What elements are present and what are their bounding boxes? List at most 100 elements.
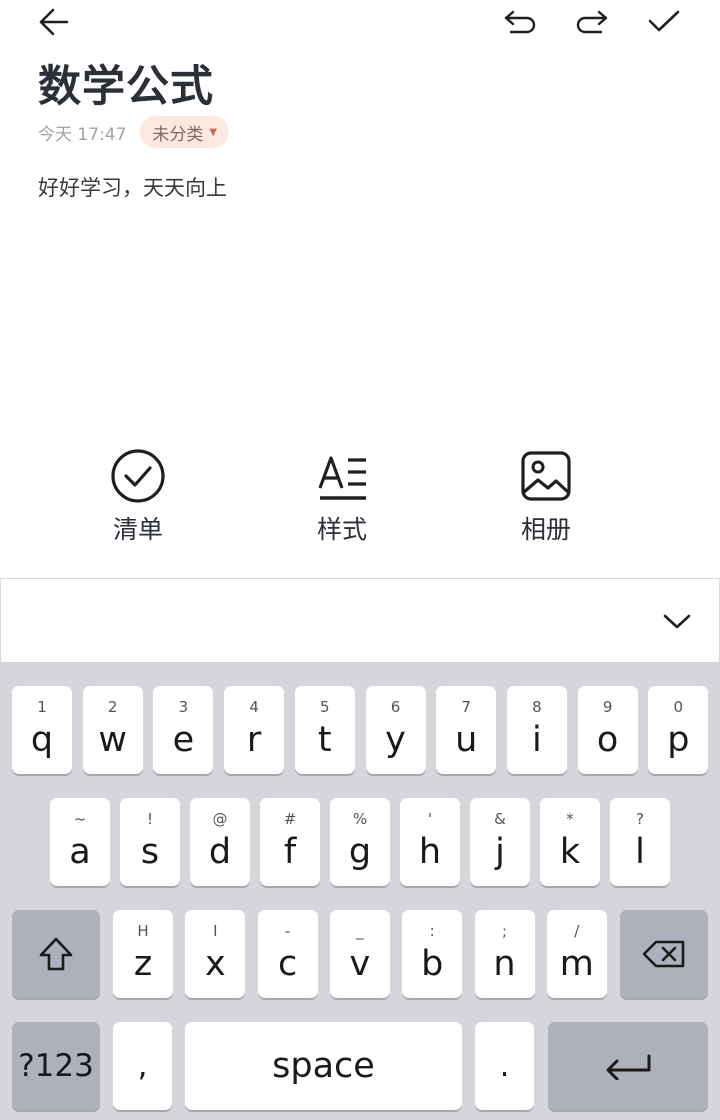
key-k[interactable]: * k	[540, 798, 600, 886]
album-button[interactable]: 相册	[491, 448, 601, 546]
key-y[interactable]: 6y	[365, 686, 426, 774]
key-primary-label: p	[667, 720, 690, 760]
note-body[interactable]: 好好学习，天天向上	[38, 172, 227, 202]
numbers-key[interactable]: ?123	[12, 1022, 100, 1110]
key-secondary-label: #	[283, 810, 297, 828]
image-icon	[521, 451, 571, 501]
note-timestamp: 今天 17:47	[38, 124, 127, 145]
key-w[interactable]: 2w	[82, 686, 143, 774]
key-secondary-label: 2	[107, 698, 118, 716]
key-x[interactable]: Ix	[185, 910, 246, 998]
key-primary-label: e	[172, 720, 195, 760]
back-button[interactable]	[30, 0, 78, 44]
key-primary-label: f	[283, 832, 297, 872]
undo-icon	[504, 10, 536, 34]
shift-icon	[39, 937, 73, 971]
key-primary-label: n	[493, 944, 516, 984]
key-i[interactable]: 8i	[506, 686, 567, 774]
key-primary-label: s	[140, 832, 160, 872]
key-secondary-label: 4	[249, 698, 259, 716]
key-primary-label: g	[348, 832, 372, 872]
redo-icon	[576, 10, 608, 34]
key-c[interactable]: -c	[257, 910, 318, 998]
key-primary-label: u	[455, 720, 478, 760]
key-secondary-label: ?	[636, 810, 644, 828]
key-primary-label: r	[246, 720, 262, 760]
key-n[interactable]: ; n	[474, 910, 535, 998]
text-style-button[interactable]: 样式	[287, 448, 397, 546]
key-o[interactable]: 9o	[577, 686, 638, 774]
key-secondary-label: 9	[602, 698, 613, 716]
shift-key[interactable]	[12, 910, 100, 998]
arrow-left-icon	[39, 8, 69, 36]
keyboard: 1q2w3e4r5t6y7u8i9o0p ~ a! s @ d # f% g ' h & j * k? l …	[0, 662, 720, 1120]
key-f[interactable]: # f	[260, 798, 320, 886]
caret-down-icon: ▼	[209, 126, 218, 138]
note-title[interactable]: 数学公式	[38, 52, 214, 114]
key-secondary-label: ~	[73, 810, 87, 828]
key-secondary-label: &	[494, 810, 506, 828]
key-d[interactable]: @ d	[190, 798, 250, 886]
comma-key-label: ,	[137, 1048, 148, 1084]
key-secondary-label: %	[352, 810, 368, 828]
format-toolbar: 清单 样式 相册	[0, 448, 720, 558]
enter-icon	[606, 1054, 651, 1080]
key-u[interactable]: 7u	[436, 686, 497, 774]
key-secondary-label: *	[566, 810, 574, 828]
key-secondary-label: '	[427, 810, 433, 828]
key-z[interactable]: Hz	[113, 910, 173, 998]
key-s[interactable]: ! s	[120, 798, 180, 886]
top-bar	[0, 0, 720, 48]
key-secondary-label: 6	[390, 698, 401, 716]
key-secondary-label: !	[146, 810, 153, 828]
key-primary-label: m	[559, 944, 594, 984]
note-meta: 今天 17:47 未分类 ▼	[38, 116, 230, 148]
key-q[interactable]: 1q	[12, 686, 72, 774]
enter-key[interactable]	[548, 1022, 708, 1110]
chevron-down-icon	[663, 614, 691, 629]
key-j[interactable]: & j	[470, 798, 530, 886]
key-primary-label: h	[418, 832, 442, 872]
undo-button[interactable]	[496, 0, 544, 44]
key-l[interactable]: ? l	[610, 798, 670, 886]
key-e[interactable]: 3e	[153, 686, 214, 774]
redo-button[interactable]	[568, 0, 616, 44]
collapse-keyboard-button[interactable]	[655, 599, 699, 643]
key-h[interactable]: ' h	[400, 798, 460, 886]
key-secondary-label: /	[574, 922, 580, 940]
key-v[interactable]: _ v	[329, 910, 390, 998]
backspace-key[interactable]	[620, 910, 708, 998]
key-secondary-label: 5	[320, 698, 330, 716]
key-primary-label: d	[208, 832, 232, 872]
album-label: 相册	[520, 515, 571, 544]
key-a[interactable]: ~ a	[50, 798, 110, 886]
key-secondary-label: 3	[178, 698, 189, 716]
key-secondary-label: H	[137, 922, 149, 940]
key-secondary-label: :	[429, 922, 435, 940]
key-g[interactable]: % g	[330, 798, 390, 886]
key-secondary-label: 8	[532, 698, 542, 716]
category-dropdown[interactable]: 未分类 ▼	[140, 116, 230, 148]
period-key[interactable]: .	[475, 1022, 534, 1110]
key-secondary-label: -	[284, 922, 291, 940]
backspace-icon	[642, 940, 685, 968]
comma-key[interactable]: ,	[113, 1022, 172, 1110]
key-primary-label: q	[30, 720, 54, 760]
text-style-icon	[318, 456, 366, 500]
key-b[interactable]: :b	[402, 910, 463, 998]
key-secondary-label: 7	[461, 698, 471, 716]
key-t[interactable]: 5t	[294, 686, 355, 774]
done-button[interactable]	[640, 0, 688, 44]
key-primary-label: a	[69, 832, 91, 872]
key-primary-label: z	[133, 944, 153, 984]
checklist-button[interactable]: 清单	[83, 448, 193, 546]
space-key[interactable]: space	[185, 1022, 462, 1110]
key-secondary-label: 1	[37, 698, 47, 716]
key-primary-label: b	[421, 944, 444, 984]
key-secondary-label: @	[212, 810, 228, 828]
keyboard-suggestion-bar	[0, 578, 720, 662]
key-secondary-label: ;	[501, 922, 508, 940]
key-p[interactable]: 0p	[648, 686, 709, 774]
key-r[interactable]: 4r	[224, 686, 285, 774]
key-m[interactable]: / m	[546, 910, 607, 998]
